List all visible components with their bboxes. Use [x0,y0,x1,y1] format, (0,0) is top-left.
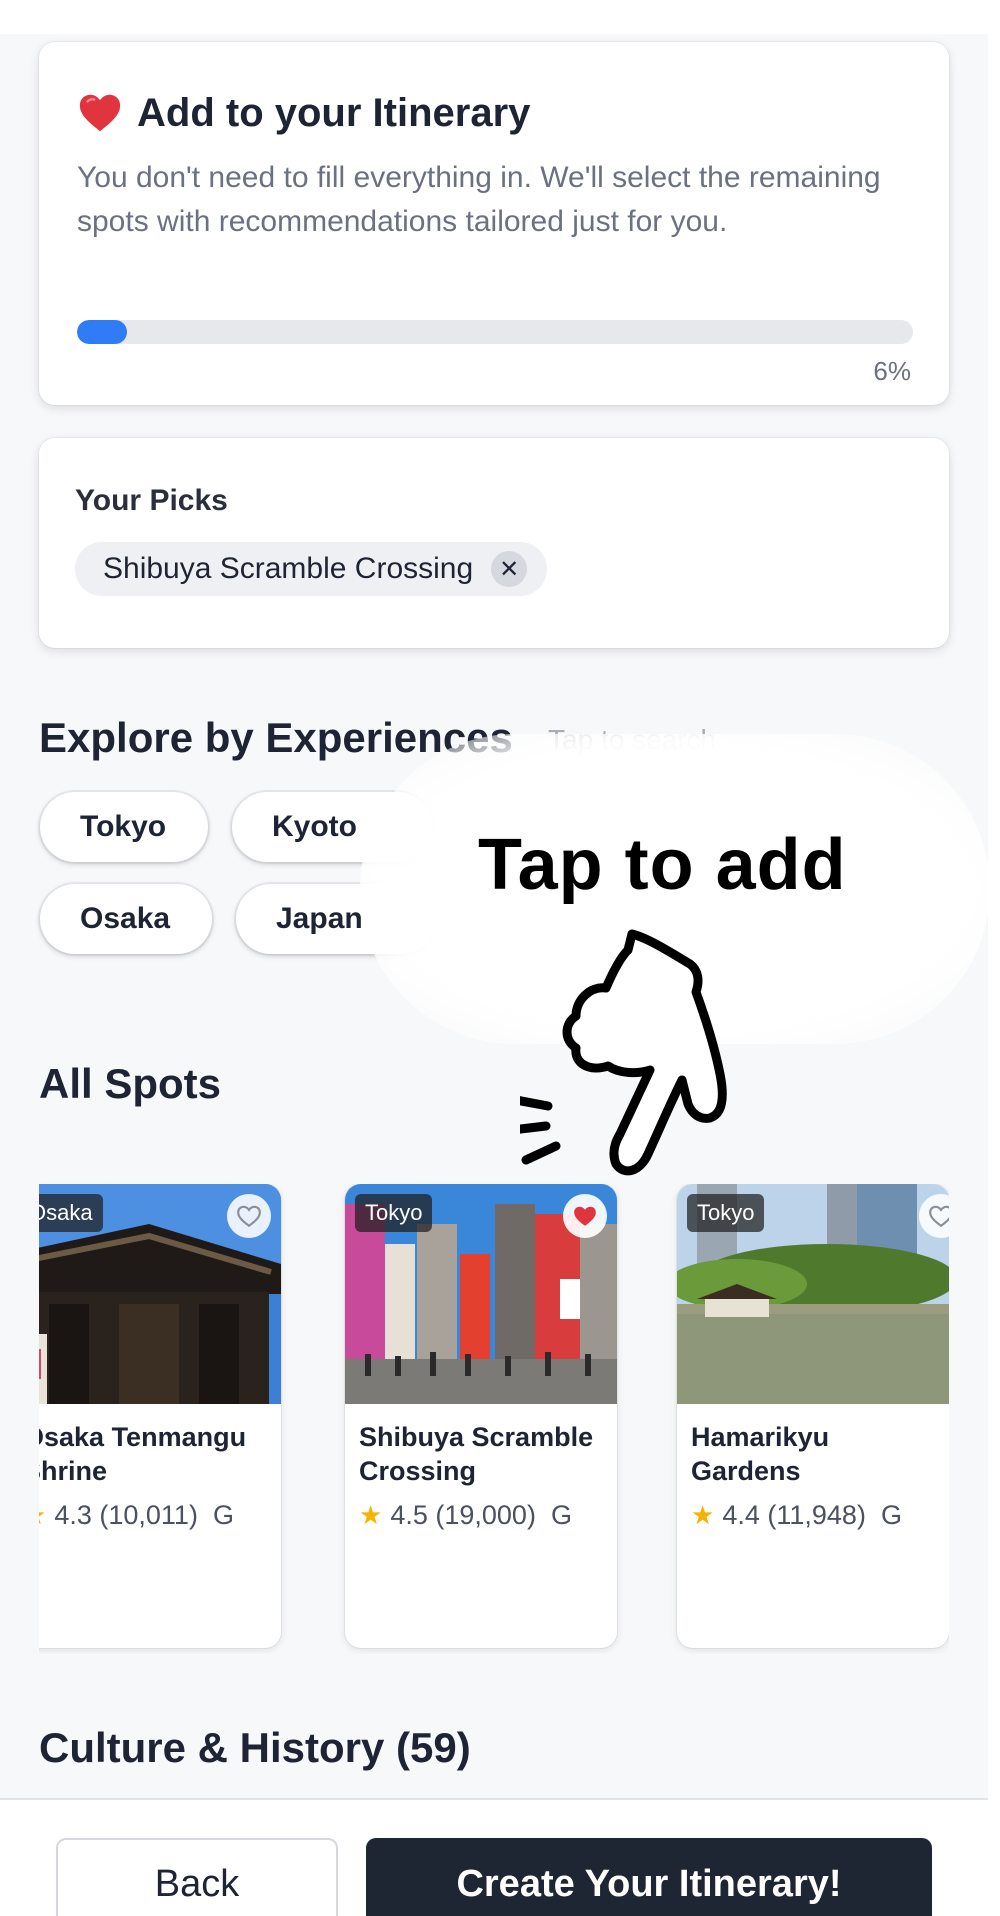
spot-card-osaka-tenmangu[interactable]: Osaka Osaka Tenmangu Shrine ★ 4.3 (10,01… [39,1184,281,1648]
spot-rating: ★ 4.4 (11,948) G [691,1500,902,1531]
spot-location-tag: Tokyo [687,1194,765,1232]
spot-name: Hamarikyu Gardens [691,1422,830,1486]
rating-source: G [212,1500,234,1530]
rating-source: G [880,1500,902,1530]
star-icon: ★ [359,1500,383,1530]
experience-chip-label: Kyoto [272,810,357,843]
rating-value: 4.5 [390,1500,428,1530]
close-icon[interactable]: ✕ [491,551,528,587]
itinerary-card: Add to your Itinerary You don't need to … [39,42,949,405]
star-icon: ★ [39,1500,46,1531]
app-screen: Add to your Itinerary You don't need to … [0,34,988,1916]
spot-image: Tokyo [677,1184,949,1404]
review-count: (10,011) [99,1500,198,1530]
progress-bar-fill [77,320,128,344]
culture-history-title: Culture & History (59) [39,1724,471,1771]
back-button[interactable]: Back [56,1838,338,1916]
pointing-hand-icon [520,929,727,1176]
progress-label: 6% [873,356,911,386]
experience-chip-label: Japan [276,902,363,935]
spot-card-hamarikyu[interactable]: Tokyo Hamarikyu Gardens ★ 4.4 (11,948) G [677,1184,949,1648]
experience-chip-osaka[interactable]: Osaka [40,884,212,954]
itinerary-header: Add to your Itinerary [77,90,530,136]
pick-chip-label: Shibuya Scramble Crossing [103,552,474,585]
bottom-action-bar: Back Create Your Itinerary! [0,1798,988,1916]
itinerary-description: You don't need to fill everything in. We… [77,161,881,238]
experience-chip-label: Osaka [80,902,171,935]
heart-icon [79,94,121,132]
heart-outline-icon[interactable] [227,1194,271,1238]
pick-chip: Shibuya Scramble Crossing ✕ [75,542,548,596]
experience-chip-tokyo[interactable]: Tokyo [40,792,208,862]
star-icon: ★ [691,1500,715,1530]
create-itinerary-button[interactable]: Create Your Itinerary! [366,1838,932,1916]
progress-bar [77,320,913,344]
review-count: (11,948) [767,1500,866,1530]
your-picks-card: Your Picks Shibuya Scramble Crossing ✕ [39,438,949,648]
spot-image: Osaka [39,1184,281,1404]
spot-name: Osaka Tenmangu Shrine [39,1422,247,1486]
heart-filled-icon[interactable] [563,1194,607,1238]
rating-value: 4.4 [722,1500,760,1530]
spot-rating: ★ 4.3 (10,011) G [39,1500,234,1531]
spot-location-tag: Tokyo [355,1194,433,1232]
tutorial-overlay-title: Tap to add [478,825,847,905]
spot-location-tag: Osaka [39,1194,103,1232]
your-picks-title: Your Picks [75,484,228,517]
spot-name: Shibuya Scramble Crossing [359,1422,594,1486]
spot-rating: ★ 4.5 (19,000) G [359,1500,572,1531]
spot-card-shibuya-crossing[interactable]: Tokyo Shibuya Scramble Crossing ★ 4.5 (1… [345,1184,617,1648]
rating-value: 4.3 [54,1500,92,1530]
all-spots-title: All Spots [39,1060,222,1107]
experience-chip-label: Tokyo [80,810,167,843]
spot-image: Tokyo [345,1184,617,1404]
review-count: (19,000) [435,1500,536,1530]
rating-source: G [550,1500,572,1530]
itinerary-title: Add to your Itinerary [137,90,531,135]
spots-carousel[interactable]: Osaka Osaka Tenmangu Shrine ★ 4.3 (10,01… [39,1184,949,1654]
